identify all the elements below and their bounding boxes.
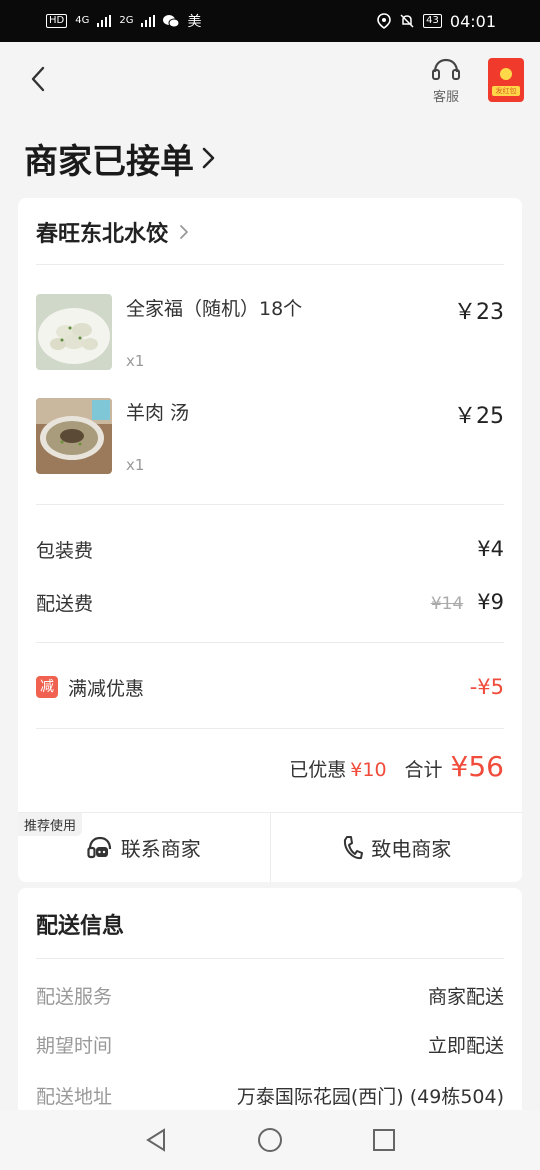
- delivery-fee-value: ¥9: [477, 590, 504, 614]
- hd-indicator: HD: [46, 14, 68, 28]
- status-right: 43 04:01: [377, 12, 496, 31]
- customer-service-button[interactable]: 客服: [424, 56, 468, 106]
- shop-link[interactable]: 春旺东北水饺: [36, 216, 190, 248]
- system-nav-bar: [0, 1110, 540, 1170]
- discount-badge: 减: [36, 676, 58, 698]
- discount-value: -¥5: [469, 675, 504, 699]
- item-name: 羊肉 汤: [126, 402, 190, 424]
- shop-name: 春旺东北水饺: [36, 222, 169, 247]
- item-name: 全家福（随机）18个: [126, 298, 303, 320]
- nav-recents-icon[interactable]: [372, 1128, 396, 1152]
- signal-icon: [97, 15, 112, 27]
- delivery-fee-row: 配送费 ¥14 ¥9: [36, 587, 504, 617]
- order-card: 春旺东北水饺 全家福（随机）18个 x1 ￥23 羊肉 汤 x1 ￥25 包装费…: [18, 198, 522, 882]
- contact-merchant-button[interactable]: 推荐使用 联系商家: [18, 813, 270, 882]
- total-row: 已优惠 ¥10 合计 ¥56: [289, 750, 504, 790]
- status-left: HD 4G 2G 美: [46, 11, 201, 31]
- customer-service-label: 客服: [432, 90, 459, 105]
- item-quantity: x1: [126, 456, 145, 474]
- total-label: 合计: [404, 759, 443, 781]
- delivery-address-label: 配送地址: [36, 1085, 113, 1108]
- top-nav: 客服 发红包: [0, 42, 540, 116]
- meituan-status-label: 美: [187, 14, 202, 30]
- divider: [36, 728, 504, 729]
- discount-label: 满减优惠: [68, 677, 145, 700]
- delivery-service-label: 配送服务: [36, 985, 113, 1008]
- red-packet-button[interactable]: 发红包: [488, 58, 524, 102]
- red-packet-label: 发红包: [492, 86, 520, 96]
- total-value: ¥56: [450, 750, 504, 783]
- saved-value: ¥10: [350, 759, 387, 781]
- nav-back-icon[interactable]: [144, 1127, 168, 1153]
- expected-time-value: 立即配送: [427, 1034, 504, 1057]
- nav-home-icon[interactable]: [257, 1127, 283, 1153]
- status-time: 04:01: [449, 11, 496, 31]
- delivery-info-title: 配送信息: [36, 914, 125, 939]
- call-merchant-label: 致电商家: [371, 837, 452, 861]
- battery-indicator: 43: [423, 14, 442, 28]
- delivery-service-row: 配送服务 商家配送: [36, 980, 504, 1010]
- chevron-left-icon: [31, 66, 45, 92]
- packing-fee-row: 包装费 ¥4: [36, 534, 504, 564]
- delivery-address-row: 配送地址 万泰国际花园(西门) (49栋504): [36, 1080, 504, 1110]
- delivery-info-card: 配送信息 配送服务 商家配送 期望时间 立即配送 配送地址 万泰国际花园(西门)…: [18, 888, 522, 1128]
- signal-2g-label: 2G: [119, 15, 134, 26]
- saved-label: 已优惠: [289, 759, 347, 781]
- chevron-right-icon: [180, 225, 188, 239]
- coin-icon: [500, 68, 512, 80]
- packing-fee-label: 包装费: [36, 539, 94, 562]
- discount-row: 减 满减优惠 -¥5: [36, 672, 504, 702]
- status-bar: HD 4G 2G 美 43 04:01: [0, 0, 540, 42]
- divider: [36, 958, 504, 959]
- back-button[interactable]: [26, 64, 50, 94]
- divider: [36, 264, 504, 265]
- order-item: 羊肉 汤 x1 ￥25: [36, 398, 504, 476]
- order-status-link[interactable]: 商家已接单: [24, 136, 218, 182]
- expected-time-row: 期望时间 立即配送: [36, 1029, 504, 1059]
- lamb-soup-image: [36, 398, 112, 474]
- signal-4g-label: 4G: [75, 15, 90, 26]
- mute-bell-icon: [400, 14, 414, 28]
- delivery-fee-label: 配送费: [36, 592, 94, 615]
- chat-headset-icon: [87, 836, 111, 858]
- item-price: ￥23: [454, 300, 504, 325]
- contact-merchant-label: 联系商家: [120, 837, 201, 861]
- call-merchant-button[interactable]: 致电商家: [269, 813, 523, 882]
- expected-time-label: 期望时间: [36, 1034, 113, 1057]
- packing-fee-value: ¥4: [477, 537, 504, 561]
- location-icon: [377, 13, 391, 29]
- chevron-right-icon: [202, 147, 215, 169]
- headset-icon: [432, 58, 460, 80]
- item-price: ￥25: [454, 404, 504, 429]
- signal-icon: [141, 15, 156, 27]
- dumplings-image: [36, 294, 112, 370]
- delivery-address-value: 万泰国际花园(西门) (49栋504): [236, 1085, 504, 1108]
- wechat-icon: [163, 15, 180, 28]
- order-item: 全家福（随机）18个 x1 ￥23: [36, 294, 504, 372]
- recommend-tag: 推荐使用: [18, 813, 83, 836]
- delivery-service-value: 商家配送: [427, 985, 504, 1008]
- page-title: 商家已接单: [24, 141, 194, 182]
- divider: [36, 642, 504, 643]
- phone-icon: [344, 835, 364, 859]
- delivery-fee-original: ¥14: [430, 594, 464, 614]
- divider: [36, 504, 504, 505]
- item-quantity: x1: [126, 352, 145, 370]
- contact-bar: 推荐使用 联系商家 致电商家: [18, 812, 522, 882]
